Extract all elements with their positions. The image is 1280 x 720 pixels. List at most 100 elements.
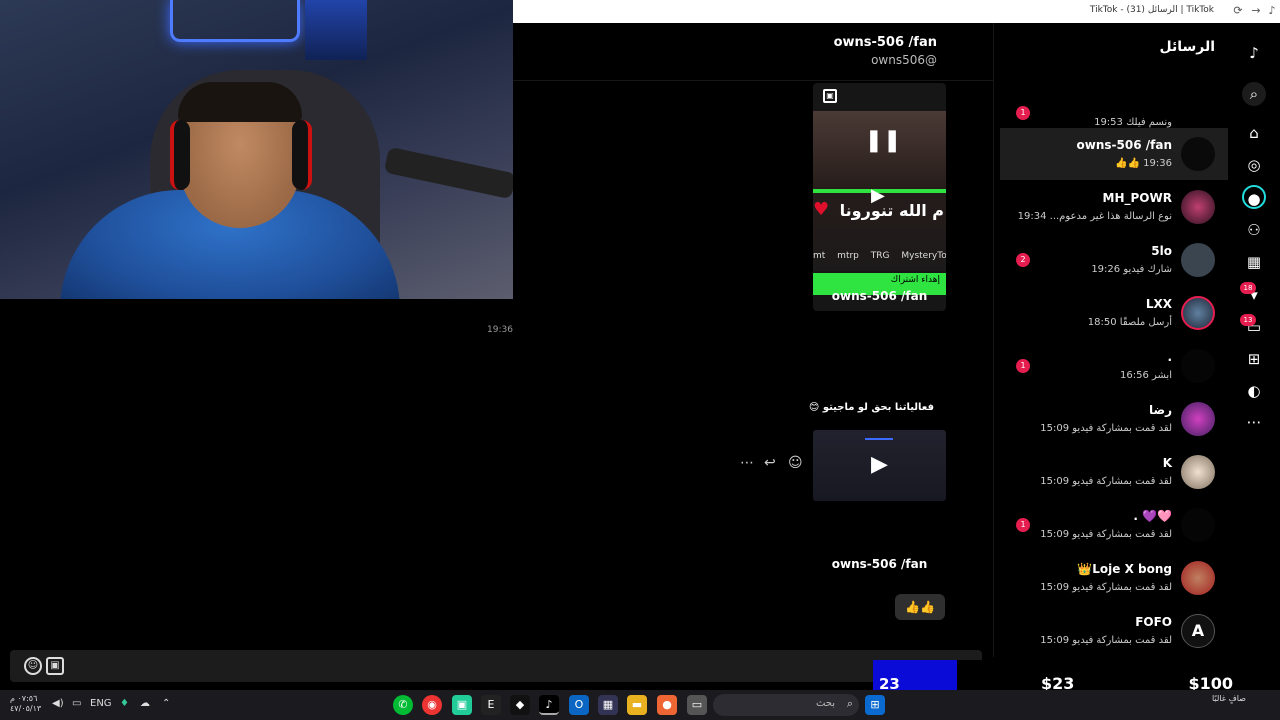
conversation-preview: ونسم فيلك 19:53 <box>1094 117 1172 128</box>
weather-label[interactable]: صافٍ غالبًا <box>1212 694 1246 703</box>
media-icon[interactable]: ● <box>657 695 677 715</box>
language-indicator[interactable]: ENG <box>90 698 112 709</box>
network-icon[interactable]: ▭ <box>72 698 81 709</box>
forward-icon[interactable]: → <box>1248 3 1264 19</box>
chrome-icon[interactable]: ◉ <box>422 695 442 715</box>
explore-icon[interactable]: ◎ <box>1242 153 1266 177</box>
nav-rail: ♪ ⌕ ⌂ ◎ ● ⚇ ▦ ▾ 18 ▭ 13 ⊞ ◐ ⋯ <box>1228 23 1280 657</box>
conversation-name: MH_POWR <box>1102 191 1172 205</box>
vpn-icon[interactable]: ◆ <box>510 695 530 715</box>
avatar <box>1181 455 1215 489</box>
conversation-item[interactable]: 5lo شارك فيديو 19:26 2 <box>1000 234 1228 286</box>
shared-user-label[interactable]: owns-506 /fan <box>813 557 946 571</box>
window-icon[interactable]: ▭ <box>687 695 707 715</box>
video-tags: mt mtrp TRG MysteryTov <box>813 251 946 261</box>
conversation-item[interactable]: K لقد قمت بمشاركة فيديو 15:09 <box>1000 446 1228 498</box>
conversation-item[interactable]: A FOFO لقد قمت بمشاركة فيديو 15:09 <box>1000 605 1228 657</box>
avatar <box>1181 190 1215 224</box>
conversation-item[interactable]: رضا لقد قمت بمشاركة فيديو 15:09 <box>1000 393 1228 445</box>
whatsapp-icon[interactable]: ✆ <box>393 695 413 715</box>
conversation-name: 👑Loje X bong <box>1077 562 1172 576</box>
emoji-reply-bubble: 👍👍 <box>895 594 945 620</box>
avatar <box>1181 402 1215 436</box>
chat-title[interactable]: owns-506 /fan <box>834 35 937 50</box>
chat-header: owns-506 /fan owns506@ <box>513 23 993 81</box>
refresh-icon[interactable]: ⟳ <box>1230 3 1246 19</box>
browser-tab-title: TikTok - (31) الرسائل | TikTok <box>1089 5 1214 15</box>
pause-icon[interactable]: ❚❚ <box>865 128 902 153</box>
conversation-preview: لقد قمت بمشاركة فيديو 15:09 <box>1040 635 1172 646</box>
conversation-preview: لقد قمت بمشاركة فيديو 15:09 <box>1040 582 1172 593</box>
search-icon[interactable]: ⌕ <box>1242 82 1266 106</box>
epic-games-icon[interactable]: E <box>481 695 501 715</box>
system-clock[interactable]: ٠٧:٥٦ م ٤٧/٠٥/١٣ <box>10 694 41 714</box>
conversation-name: FOFO <box>1135 615 1172 629</box>
conversation-preview: ابشر 16:56 <box>1119 370 1172 381</box>
avatar <box>1181 296 1215 330</box>
file-explorer-icon[interactable]: ▬ <box>627 695 647 715</box>
react-emoji-icon[interactable]: ☺ <box>788 455 803 471</box>
conversation-name: . <box>1167 350 1172 364</box>
avatar <box>1181 349 1215 383</box>
windows-start-icon[interactable]: ⊞ <box>865 695 885 715</box>
conversation-item[interactable]: MH_POWR نوع الرسالة هذا غير مدعوم... 19:… <box>1000 181 1228 233</box>
microphone-arm <box>383 146 513 200</box>
app-icon[interactable]: ▣ <box>452 695 472 715</box>
headset-left <box>170 120 190 190</box>
conversation-name: K <box>1162 456 1172 470</box>
live-icon[interactable]: ▦ <box>1242 250 1266 274</box>
tag: TRG <box>870 251 890 261</box>
search-icon: ⌕ <box>846 697 853 710</box>
speaker-icon[interactable]: ◀) <box>52 698 64 709</box>
conversation-preview: شارك فيديو 19:26 <box>1091 264 1172 275</box>
outlook-icon[interactable]: O <box>569 695 589 715</box>
home-icon[interactable]: ⌂ <box>1242 121 1266 145</box>
following-icon[interactable]: ● <box>1242 185 1266 209</box>
notification-badge: 13 <box>1240 314 1256 326</box>
tiktok-app-icon[interactable]: ♪ <box>539 695 559 715</box>
store-icon[interactable]: ▦ <box>598 695 618 715</box>
tag: mt <box>813 251 826 261</box>
search-placeholder: بحث <box>815 698 835 709</box>
shared-video-card[interactable]: ▣ ❚❚ ▶ ♥ م الله تنورونا mt mtrp TRG Myst… <box>813 83 946 311</box>
shared-video-small[interactable]: ▶ <box>813 430 946 501</box>
profile-icon[interactable]: ◐ <box>1242 379 1266 403</box>
message-composer[interactable]: ☺ ▣ <box>10 650 982 682</box>
more-icon[interactable]: ⋯ <box>740 455 754 471</box>
conversation-item[interactable]: LXX أرسل ملصقًا 18:50 <box>1000 287 1228 339</box>
conversation-list: الرسائل ونسم فيلك 19:53 1 owns-506 /fan … <box>993 23 1228 657</box>
reply-icon[interactable]: ↩ <box>764 455 776 471</box>
conversation-item[interactable]: . 💜🩷 لقد قمت بمشاركة فيديو 15:09 1 <box>1000 499 1228 551</box>
avatar <box>1181 243 1215 277</box>
tag: MysteryTov <box>901 251 946 261</box>
conversation-preview: لقد قمت بمشاركة فيديو 15:09 <box>1040 476 1172 487</box>
unread-badge: 1 <box>1016 359 1030 373</box>
tiktok-favicon-icon: ♪ <box>1268 4 1276 17</box>
more-icon[interactable]: ⋯ <box>1242 410 1266 434</box>
conversation-preview: 19:36 👍👍 <box>1115 158 1172 169</box>
conversation-item[interactable]: 👑Loje X bong لقد قمت بمشاركة فيديو 15:09 <box>1000 552 1228 604</box>
conversation-name: 5lo <box>1151 244 1172 258</box>
messages-title: الرسائل <box>1159 39 1215 55</box>
chat-handle[interactable]: owns506@ <box>871 53 937 67</box>
video-caption: م الله تنورونا <box>839 201 944 220</box>
conversation-item[interactable]: . ابشر 16:56 1 <box>1000 340 1228 392</box>
taskbar-search[interactable]: بحث ⌕ <box>713 694 859 716</box>
tiktok-logo-icon[interactable]: ♪ <box>1242 41 1266 65</box>
message-actions: ⋯ ↩ ☺ <box>740 455 810 475</box>
image-icon: ▣ <box>823 89 837 103</box>
friends-icon[interactable]: ⚇ <box>1242 218 1266 242</box>
conversation-item[interactable]: owns-506 /fan 19:36 👍👍 <box>1000 128 1228 180</box>
play-icon[interactable]: ▶ <box>871 452 888 477</box>
cloud-icon[interactable]: ☁ <box>140 698 150 709</box>
upload-icon[interactable]: ⊞ <box>1242 347 1266 371</box>
emoji-icon[interactable]: ☺ <box>24 657 42 675</box>
unread-badge: 1 <box>1016 106 1030 120</box>
mic-icon[interactable]: ♦ <box>120 698 129 709</box>
image-upload-icon[interactable]: ▣ <box>46 657 64 675</box>
neon-sign <box>170 0 300 42</box>
conversation-name: LXX <box>1145 297 1172 311</box>
chevron-up-icon[interactable]: ⌃ <box>162 698 170 709</box>
streamer-hair <box>178 82 302 122</box>
message-timestamp: 19:36 <box>487 325 513 335</box>
